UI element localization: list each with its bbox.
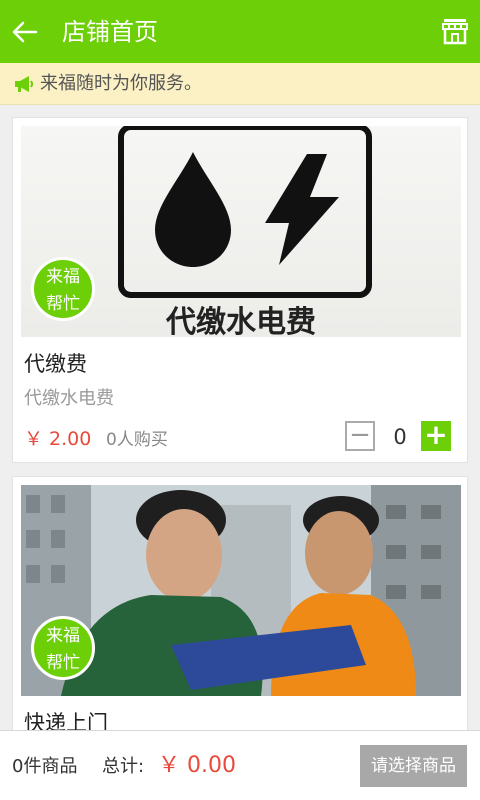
product-card[interactable]: 来福 帮忙 快递上门 xyxy=(12,476,468,736)
product-card[interactable]: 代缴水电费 来福 帮忙 代缴费 代缴水电费 ￥ 2.00 0人购买 − 0 + xyxy=(12,117,468,463)
laifu-help-badge: 来福 帮忙 xyxy=(31,616,95,680)
product-name[interactable]: 代缴费 xyxy=(24,350,87,378)
increase-quantity-button[interactable]: + xyxy=(421,421,451,451)
laifu-help-badge: 来福 帮忙 xyxy=(31,257,95,321)
badge-line2: 帮忙 xyxy=(46,653,80,673)
checkout-button[interactable]: 请选择商品 xyxy=(360,745,467,787)
cart-item-count: 0件商品 xyxy=(12,756,78,777)
badge-line1: 来福 xyxy=(46,626,80,646)
notice-bar: 来福随时为你服务。 xyxy=(0,63,480,105)
sold-count: 0人购买 xyxy=(106,430,168,450)
product-image[interactable]: 代缴水电费 来福 帮忙 xyxy=(21,126,461,337)
back-arrow-icon[interactable] xyxy=(10,17,40,47)
badge-line1: 来福 xyxy=(46,267,80,287)
store-icon[interactable] xyxy=(442,17,468,45)
app-header: 店铺首页 xyxy=(0,0,480,63)
image-caption: 代缴水电费 xyxy=(165,305,316,337)
page-title: 店铺首页 xyxy=(62,18,158,46)
product-image[interactable]: 来福 帮忙 xyxy=(21,485,461,696)
product-price: ￥ 2.00 xyxy=(24,428,92,450)
notice-text: 来福随时为你服务。 xyxy=(40,73,202,94)
badge-line2: 帮忙 xyxy=(46,294,80,314)
megaphone-icon xyxy=(15,76,33,92)
total-label: 总计: xyxy=(102,756,145,777)
cart-footer: 0件商品 总计: ￥ 0.00 请选择商品 xyxy=(0,730,480,800)
decrease-quantity-button[interactable]: − xyxy=(345,421,375,451)
quantity-value: 0 xyxy=(393,425,407,449)
product-desc: 代缴水电费 xyxy=(24,388,114,409)
total-price: ￥ 0.00 xyxy=(158,753,236,778)
